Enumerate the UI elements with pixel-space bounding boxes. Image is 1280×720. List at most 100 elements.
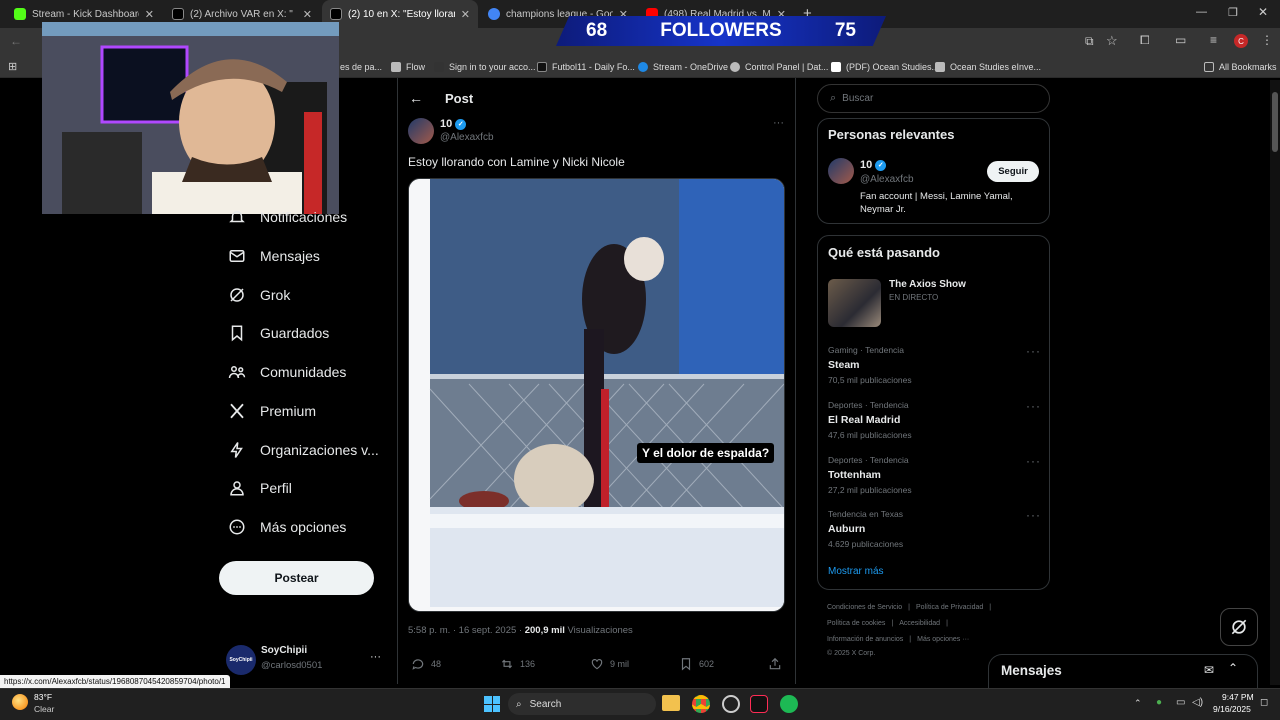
- extensions-icon[interactable]: ⧠: [1140, 33, 1150, 48]
- app-icon[interactable]: [722, 695, 740, 713]
- repost-button[interactable]: 136: [500, 657, 535, 671]
- followers-overlay: 68 FOLLOWERS 75: [556, 16, 886, 46]
- footer-link-ads[interactable]: Información de anuncios: [827, 636, 903, 643]
- page-icon: [935, 62, 945, 72]
- close-tab-icon[interactable]: ✕: [461, 8, 470, 21]
- scrollbar-thumb[interactable]: [1272, 92, 1278, 152]
- nav-notificaciones[interactable]: Notificaciones: [228, 202, 347, 232]
- menu-icon[interactable]: ⋮: [1261, 33, 1273, 47]
- trend-more-button[interactable]: ···: [1026, 508, 1041, 522]
- minimize-button[interactable]: —: [1196, 6, 1207, 18]
- tray-chevron-icon[interactable]: ⌃: [1134, 698, 1142, 709]
- network-icon[interactable]: ▭: [1176, 697, 1185, 708]
- apps-icon[interactable]: ⊞: [8, 60, 17, 73]
- search-input[interactable]: ⌕ Buscar: [817, 84, 1050, 113]
- weather-icon[interactable]: [12, 694, 28, 710]
- nav-mas-opciones[interactable]: Más opciones: [228, 512, 346, 542]
- spotify-icon[interactable]: [780, 695, 798, 713]
- account-name[interactable]: SoyChipii: [261, 645, 307, 656]
- author-name[interactable]: 10 ✓: [440, 118, 467, 130]
- trend-item[interactable]: Gaming · Tendencia Steam 70,5 mil public…: [828, 345, 912, 385]
- microphone-icon[interactable]: ●: [1156, 697, 1162, 708]
- footer-link-accessibility[interactable]: Accesibilidad: [899, 620, 940, 627]
- back-icon[interactable]: ←: [10, 34, 22, 48]
- person-icon: [230, 481, 244, 496]
- live-thumbnail[interactable]: [828, 279, 881, 327]
- tab-post-active[interactable]: (2) 10 en X: "Estoy llorando con ✕: [322, 0, 478, 28]
- install-app-icon[interactable]: ⧉: [1085, 34, 1094, 49]
- expand-icon[interactable]: ⌃: [1228, 661, 1238, 675]
- post-button[interactable]: Postear: [219, 561, 374, 595]
- trend-more-button[interactable]: ···: [1026, 454, 1041, 468]
- media-control-icon[interactable]: ≡: [1210, 33, 1217, 47]
- nav-comunidades[interactable]: Comunidades: [228, 357, 346, 387]
- footer-link-privacy[interactable]: Política de Privacidad: [916, 604, 983, 611]
- nav-grok[interactable]: Grok: [228, 280, 290, 310]
- clock-date[interactable]: 9/16/2025: [1213, 704, 1251, 714]
- profile-avatar[interactable]: C: [1234, 34, 1248, 48]
- weather-temp[interactable]: 83°F: [34, 692, 52, 702]
- footer-link-more[interactable]: Más opciones ···: [917, 636, 969, 643]
- file-explorer-icon[interactable]: [662, 695, 680, 711]
- bookmark-item[interactable]: Futbol11 - Daily Fo...: [537, 56, 635, 78]
- trend-item[interactable]: Deportes · Tendencia El Real Madrid 47,6…: [828, 400, 912, 440]
- relevant-handle: @Alexaxfcb: [860, 174, 914, 185]
- nav-perfil[interactable]: Perfil: [228, 473, 292, 503]
- nav-organizaciones[interactable]: Organizaciones v...: [228, 435, 379, 465]
- grok-float-button[interactable]: [1220, 608, 1258, 646]
- account-avatar[interactable]: SoyChipii: [226, 645, 256, 675]
- post-more-button[interactable]: ···: [773, 117, 784, 129]
- bookmark-item[interactable]: es de pa...: [340, 56, 382, 78]
- bookmark-item[interactable]: Ocean Studies eInve...: [935, 56, 1041, 78]
- close-window-button[interactable]: ✕: [1258, 5, 1268, 19]
- close-tab-icon[interactable]: ✕: [303, 8, 312, 21]
- bookmark-item[interactable]: (PDF) Ocean Studies...: [831, 56, 939, 78]
- trend-item[interactable]: Tendencia en Texas Auburn 4.629 publicac…: [828, 509, 903, 549]
- scrollbar-track[interactable]: [1270, 80, 1280, 685]
- reply-button[interactable]: 48: [411, 657, 441, 671]
- bookmark-item[interactable]: Sign in to your acco...: [434, 56, 536, 78]
- taskbar-search[interactable]: ⌕ Search: [508, 693, 656, 715]
- relevant-name[interactable]: 10 ✓: [860, 159, 887, 171]
- post-meta: 5:58 p. m. · 16 sept. 2025 · 200,9 mil V…: [408, 625, 633, 636]
- trend-name: Auburn: [828, 523, 866, 535]
- account-more-button[interactable]: ···: [370, 651, 381, 663]
- kick-icon: [14, 8, 26, 20]
- nav-premium[interactable]: Premium: [228, 396, 316, 426]
- live-title[interactable]: The Axios Show: [889, 279, 966, 290]
- notifications-icon[interactable]: ◻: [1260, 697, 1268, 708]
- close-tab-icon[interactable]: ✕: [145, 8, 154, 21]
- back-arrow-icon[interactable]: ←: [409, 90, 423, 106]
- post-media[interactable]: Y el dolor de espalda?: [408, 178, 785, 612]
- followers-label: FOLLOWERS: [660, 20, 782, 41]
- weather-desc: Clear: [34, 704, 55, 714]
- split-view-icon[interactable]: ▭: [1175, 33, 1186, 47]
- trend-more-button[interactable]: ···: [1026, 344, 1041, 358]
- bookmark-item[interactable]: Stream - OneDrive: [638, 56, 728, 78]
- share-button[interactable]: [768, 657, 782, 671]
- star-icon[interactable]: ☆: [1106, 33, 1118, 49]
- verified-badge-icon: ✓: [455, 118, 467, 130]
- author-avatar[interactable]: [408, 118, 434, 144]
- follow-button[interactable]: Seguir: [987, 161, 1039, 182]
- windows-start-icon[interactable]: [484, 696, 500, 712]
- footer-link-cookies[interactable]: Política de cookies: [827, 620, 885, 627]
- trend-more-button[interactable]: ···: [1026, 399, 1041, 413]
- show-more-link[interactable]: Mostrar más: [828, 566, 884, 577]
- trend-item[interactable]: Deportes · Tendencia Tottenham 27,2 mil …: [828, 455, 912, 495]
- all-bookmarks[interactable]: All Bookmarks: [1204, 56, 1277, 78]
- tiktok-icon[interactable]: [750, 695, 768, 713]
- like-button[interactable]: 9 mil: [590, 657, 629, 671]
- footer-link-terms[interactable]: Condiciones de Servicio: [827, 604, 902, 611]
- bookmark-item[interactable]: Control Panel | Dat...: [730, 56, 828, 78]
- nav-mensajes[interactable]: Mensajes: [228, 241, 320, 271]
- volume-icon[interactable]: ◁): [1192, 697, 1203, 708]
- nav-guardados[interactable]: Guardados: [228, 318, 329, 348]
- bookmark-button[interactable]: 602: [679, 657, 714, 671]
- relevant-avatar[interactable]: [828, 158, 854, 184]
- chrome-icon[interactable]: [692, 695, 710, 713]
- maximize-button[interactable]: ❐: [1228, 6, 1238, 19]
- new-message-icon[interactable]: ✉: [1204, 663, 1214, 677]
- bookmark-item[interactable]: Flow: [391, 56, 425, 78]
- clock-time[interactable]: 9:47 PM: [1222, 692, 1254, 702]
